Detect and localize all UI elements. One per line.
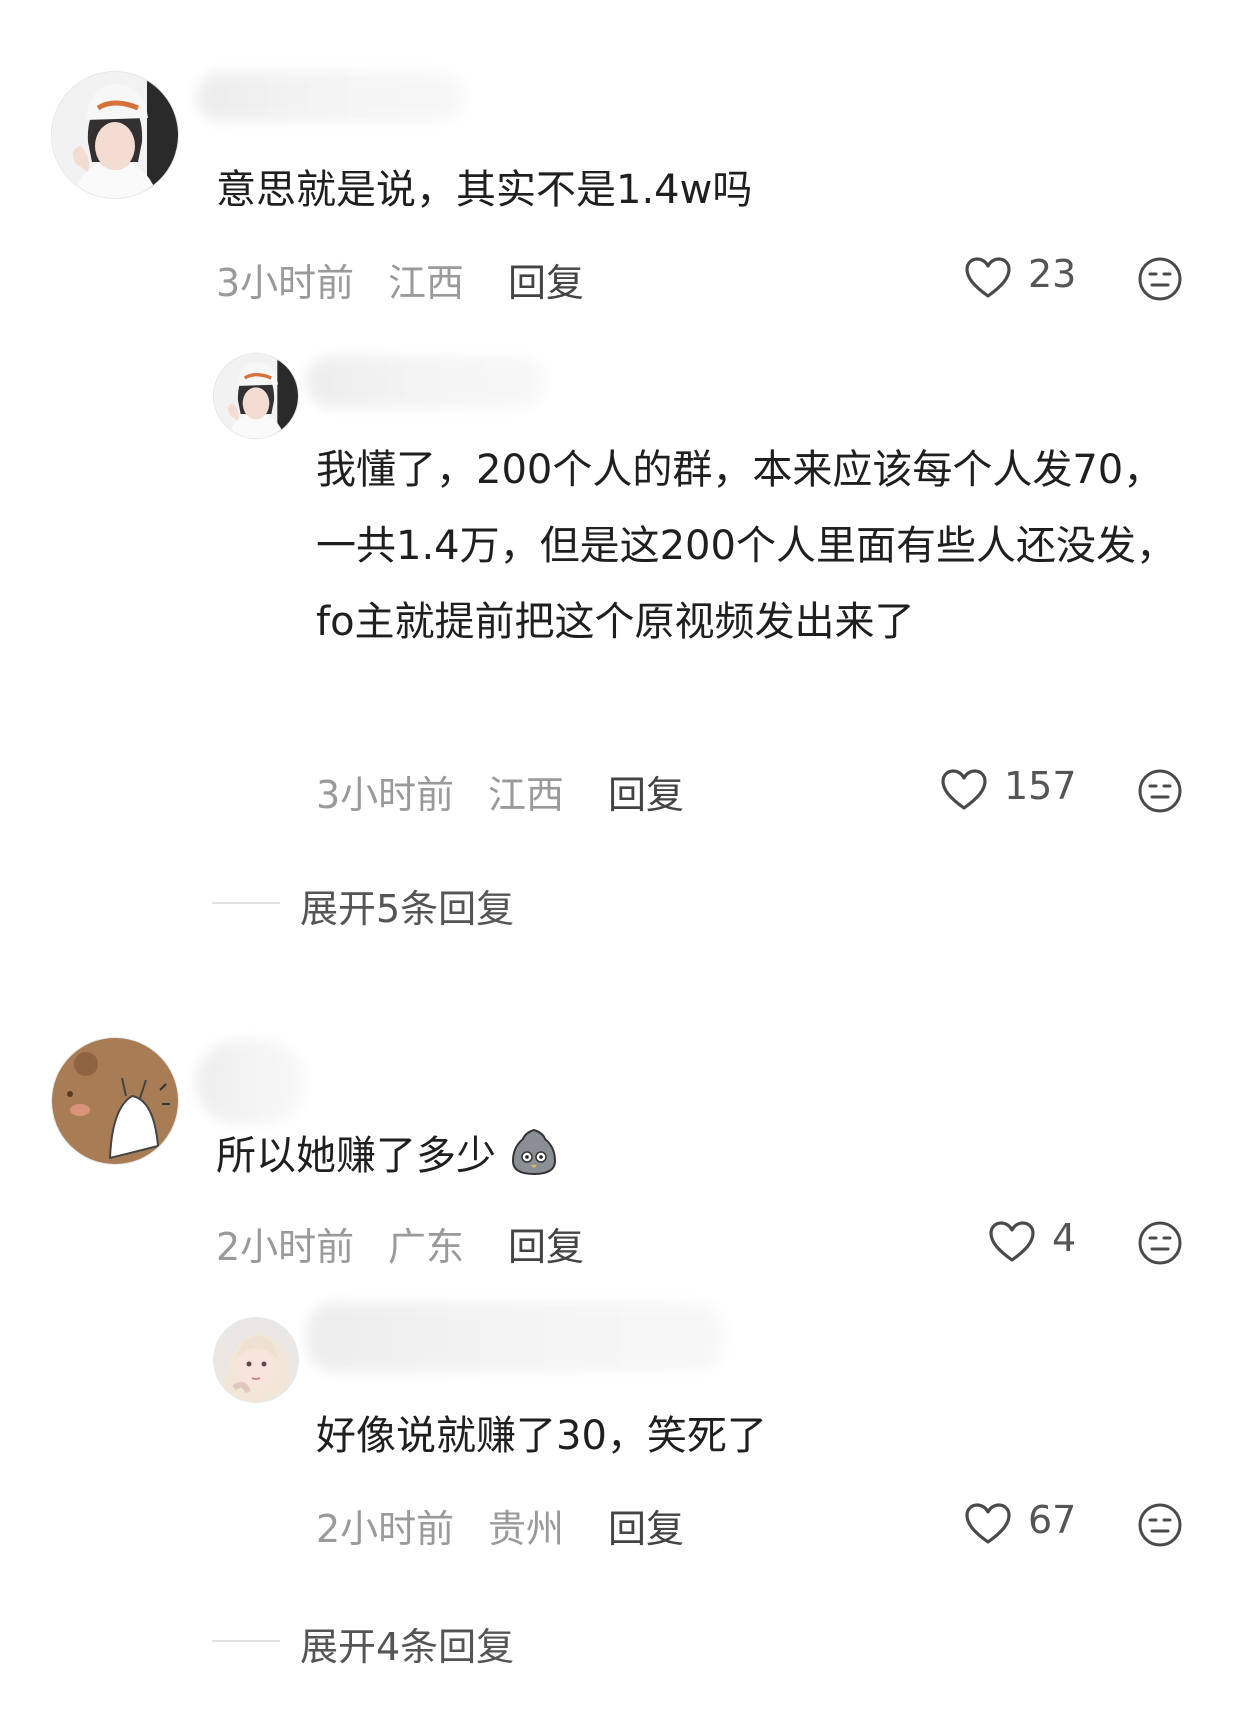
- comment-text: 所以她赚了多少: [216, 1118, 1116, 1194]
- neutral-face-icon[interactable]: [1137, 768, 1183, 814]
- reply-location: 贵州: [488, 1507, 565, 1551]
- reply-text: 好像说就赚了30，笑死了: [316, 1413, 767, 1459]
- avatar-image: [214, 354, 298, 438]
- reply-time: 2小时前: [316, 1507, 455, 1551]
- grey-bird-emoji-icon: [511, 1128, 556, 1176]
- neutral-face-icon[interactable]: [1137, 1502, 1183, 1548]
- comment-location: 江西: [388, 261, 465, 305]
- reply-button[interactable]: 回复: [608, 1498, 684, 1553]
- comment-time: 3小时前: [216, 261, 355, 305]
- reply-text: 我懂了，200个人的群，本来应该每个人发70，一共1.4万，但是这200个人里面…: [316, 447, 1176, 645]
- neutral-face-icon[interactable]: [1137, 256, 1183, 302]
- avatar-image: [52, 72, 178, 198]
- reply-button[interactable]: 回复: [608, 764, 684, 819]
- reply-user-avatar[interactable]: [214, 1318, 298, 1402]
- divider: [212, 902, 280, 904]
- reply-username-redacted: [306, 356, 546, 408]
- reply-button[interactable]: 回复: [508, 252, 584, 307]
- reply-username-redacted: [306, 1302, 726, 1372]
- user-avatar[interactable]: [52, 1038, 178, 1164]
- neutral-face-icon[interactable]: [1137, 1220, 1183, 1266]
- comment-text-content: 所以她赚了多少: [216, 1133, 496, 1179]
- avatar-image: [52, 1038, 178, 1164]
- comment-location: 广东: [388, 1225, 465, 1269]
- reply-location: 江西: [488, 773, 565, 817]
- username-redacted: [196, 1040, 306, 1124]
- heart-outline-icon[interactable]: [964, 256, 1012, 300]
- heart-outline-icon[interactable]: [988, 1220, 1036, 1264]
- expand-replies-button[interactable]: 展开5条回复: [300, 878, 514, 933]
- like-count: 4: [1052, 1216, 1077, 1260]
- reply-button[interactable]: 回复: [508, 1216, 584, 1271]
- user-avatar[interactable]: [52, 72, 178, 198]
- username-redacted: [196, 72, 466, 122]
- reply-time: 3小时前: [316, 773, 455, 817]
- avatar-image: [214, 1318, 298, 1402]
- like-count: 157: [1004, 764, 1077, 808]
- heart-outline-icon[interactable]: [940, 768, 988, 812]
- expand-replies-button[interactable]: 展开4条回复: [300, 1616, 514, 1671]
- comment-text: 意思就是说，其实不是1.4w吗: [216, 167, 753, 213]
- heart-outline-icon[interactable]: [964, 1502, 1012, 1546]
- reply-user-avatar[interactable]: [214, 354, 298, 438]
- divider: [212, 1640, 280, 1642]
- like-count: 67: [1028, 1498, 1077, 1542]
- comment-time: 2小时前: [216, 1225, 355, 1269]
- like-count: 23: [1028, 252, 1077, 296]
